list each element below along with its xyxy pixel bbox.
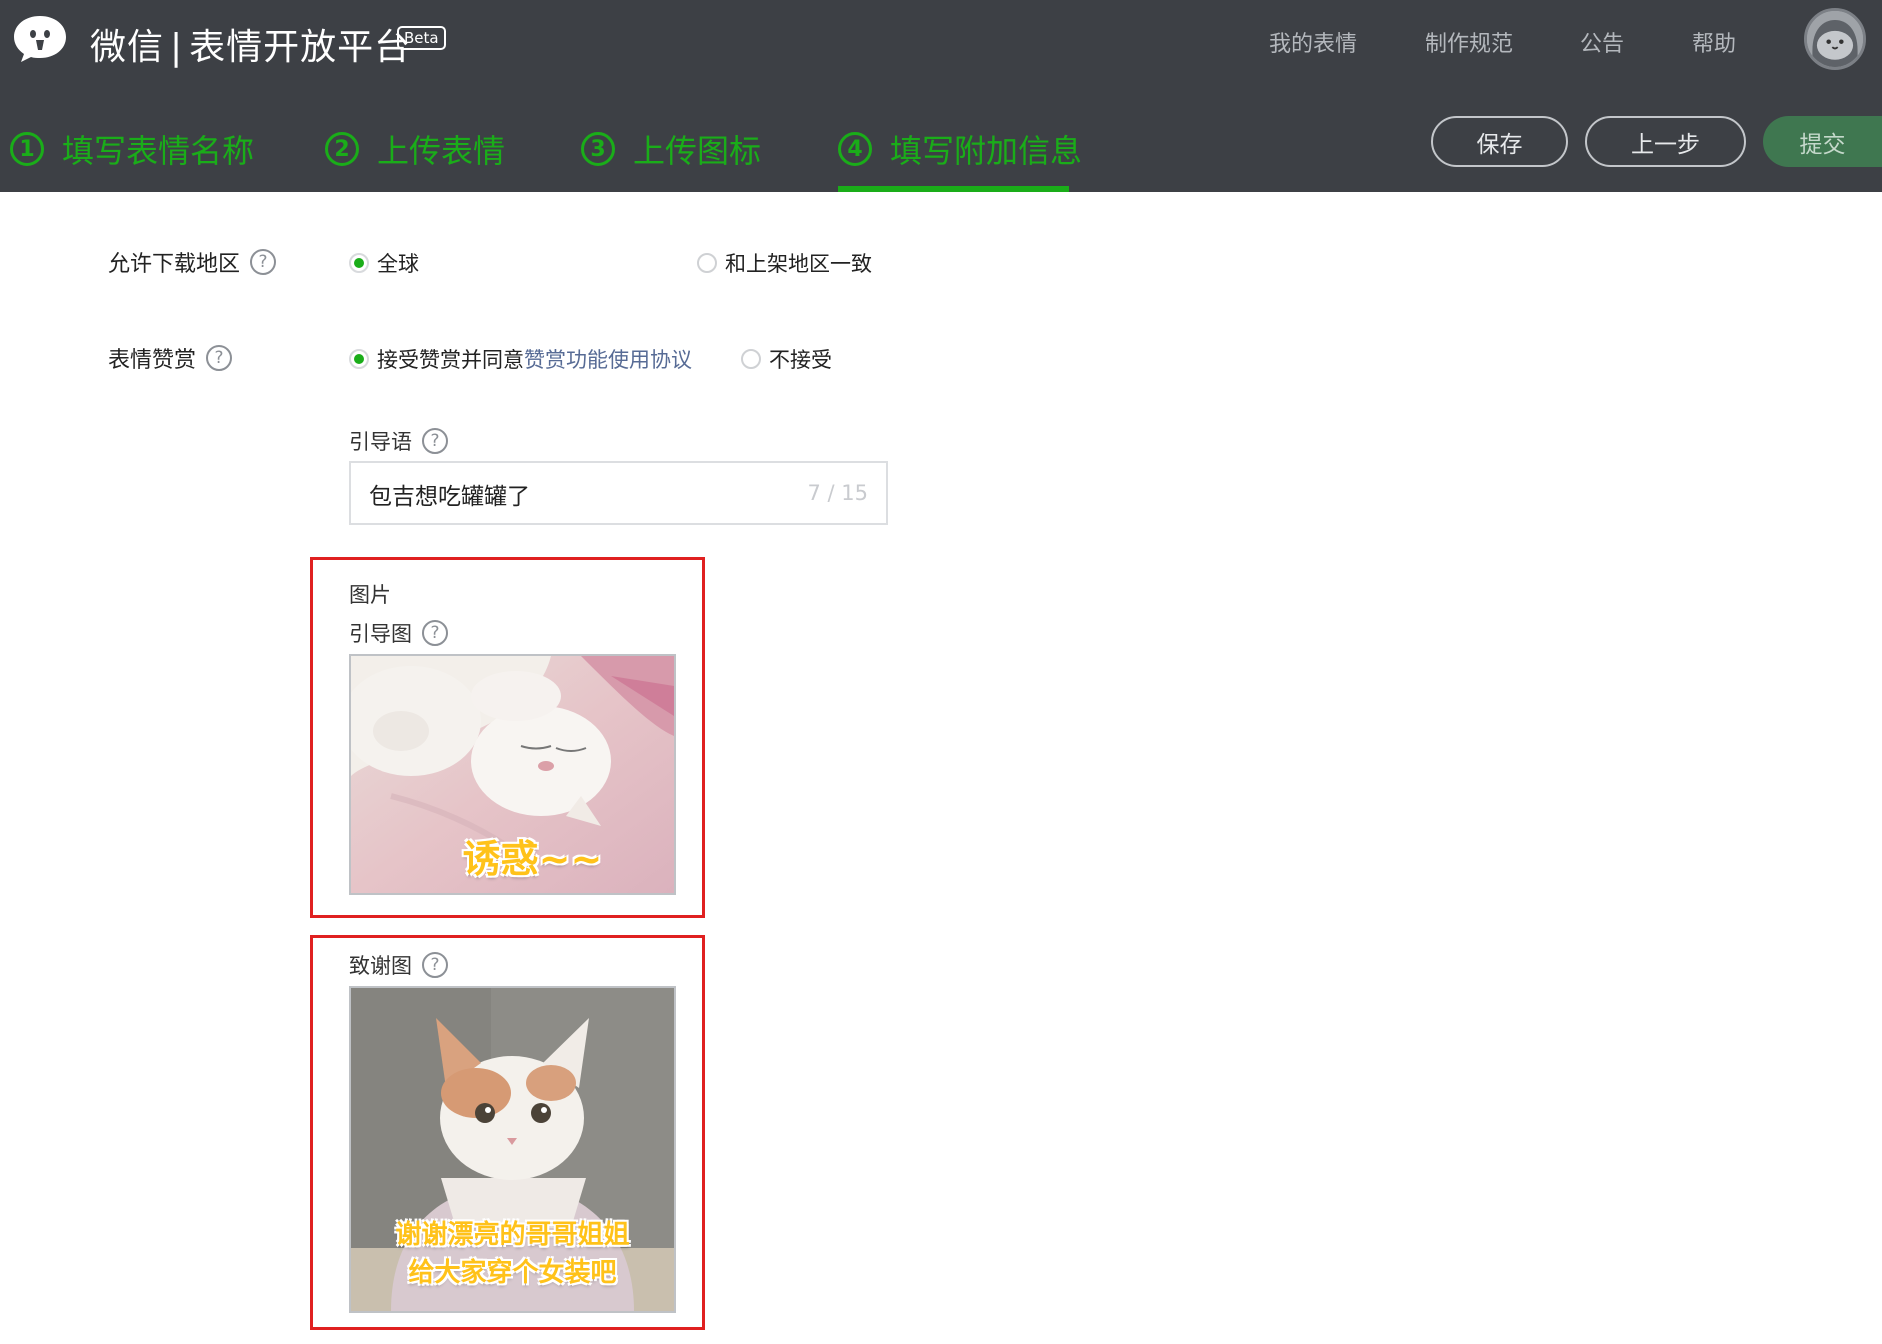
reward-accept-label: 接受赞赏并同意 [377,348,524,372]
guide-text-value: 包吉想吃罐罐了 [369,484,530,510]
radio-checked-icon [349,253,369,273]
region-same-as-listing-radio[interactable]: 和上架地区一致 [697,248,872,278]
help-icon[interactable]: ? [422,952,448,978]
help-icon[interactable]: ? [250,249,277,275]
thanks-image-label: 致谢图 ? [349,950,448,980]
guide-text-input[interactable]: 包吉想吃罐罐了 7 / 15 [349,461,888,525]
thanks-image-thumbnail[interactable]: 谢谢漂亮的哥哥姐姐 给大家穿个女装吧 [349,986,676,1313]
region-global-radio[interactable]: 全球 [349,248,419,278]
top-header: 微信 | 表情开放平台 Beta 我的表情 制作规范 公告 帮助 1 填写表情名称 … [0,0,1882,192]
submit-button[interactable]: 提交 [1763,116,1882,167]
step-3-upload-icon[interactable]: 3 上传图标 [581,126,761,172]
reward-agreement-link[interactable]: 赞赏功能使用协议 [524,344,692,374]
thanks-caption-line-2: 给大家穿个女装吧 [408,1258,617,1288]
images-section-label: 图片 [349,583,391,607]
step-3-number-icon: 3 [581,132,615,166]
reward-reject-radio[interactable]: 不接受 [741,344,832,374]
download-region-text: 允许下载地区 [108,252,241,277]
step-4-label: 填写附加信息 [890,132,1083,170]
step-3-label: 上传图标 [633,132,762,170]
step-2-label: 上传表情 [377,132,506,170]
user-avatar[interactable] [1804,8,1866,70]
help-icon[interactable]: ? [422,428,448,454]
step-2-upload-stickers[interactable]: 2 上传表情 [325,126,505,172]
thanks-image-title: 致谢图 [349,954,412,978]
brand-title[interactable]: 微信 | 表情开放平台 [90,18,411,70]
nav-guidelines[interactable]: 制作规范 [1425,26,1513,58]
step-1-name[interactable]: 1 填写表情名称 [10,126,254,172]
sticker-reward-text: 表情赞赏 [108,348,197,373]
active-step-indicator [838,186,1069,192]
brand-platform: 表情开放平台 [189,27,412,68]
nav-my-stickers[interactable]: 我的表情 [1269,26,1357,58]
thanks-caption-line-1: 谢谢漂亮的哥哥姐姐 [395,1220,630,1250]
nav-help[interactable]: 帮助 [1692,26,1736,58]
wechat-logo-icon[interactable] [12,14,68,64]
guide-image-thumbnail[interactable]: 诱惑~~ [349,654,676,895]
help-icon[interactable]: ? [206,345,233,371]
region-global-label: 全球 [377,252,419,276]
guide-text-label: 引导语 ? [349,426,448,456]
step-1-label: 填写表情名称 [62,132,255,170]
radio-unchecked-icon [741,349,761,369]
guide-image-caption: 诱惑~~ [462,837,603,881]
download-region-label: 允许下载地区 ? [108,246,277,278]
help-icon[interactable]: ? [422,620,448,646]
step-4-number-icon: 4 [838,132,872,166]
radio-checked-icon [349,349,369,369]
radio-unchecked-icon [697,253,717,273]
step-1-number-icon: 1 [10,132,44,166]
nav-announcements[interactable]: 公告 [1580,26,1624,58]
reward-accept-radio[interactable]: 接受赞赏并同意 赞赏功能使用协议 [349,344,692,374]
beta-badge: Beta [397,26,446,50]
brand-separator: | [170,27,184,68]
reward-reject-label: 不接受 [769,348,832,372]
avatar-character-icon [1807,11,1863,67]
guide-image-title: 引导图 [349,622,412,646]
char-counter: 7 / 15 [807,481,868,505]
sticker-reward-label: 表情赞赏 ? [108,342,233,374]
step-2-number-icon: 2 [325,132,359,166]
guide-image-label: 引导图 ? [349,618,448,648]
region-same-label: 和上架地区一致 [725,252,872,276]
guide-text-title: 引导语 [349,430,412,454]
brand-wechat: 微信 [90,27,165,68]
previous-step-button[interactable]: 上一步 [1585,116,1746,167]
save-button[interactable]: 保存 [1431,116,1568,167]
step-4-extra-info[interactable]: 4 填写附加信息 [838,126,1082,172]
